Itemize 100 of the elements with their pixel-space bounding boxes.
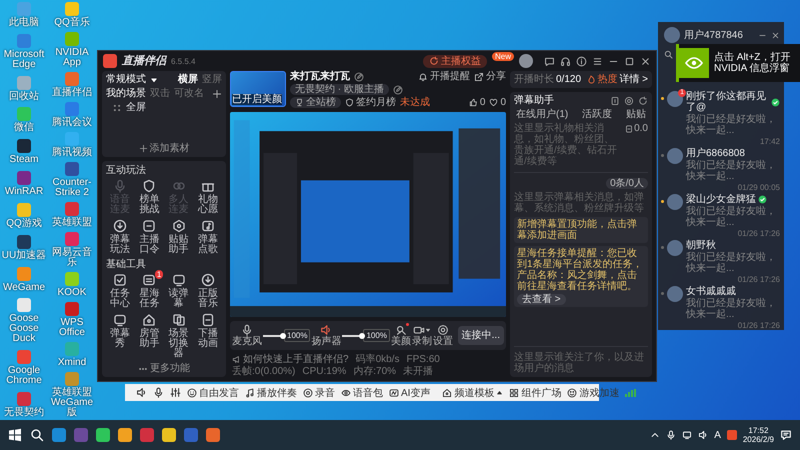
search-icon[interactable] xyxy=(664,50,673,60)
tool-button[interactable]: 弹幕秀 xyxy=(106,313,134,359)
beauty-button[interactable]: 美颜 xyxy=(390,324,411,347)
refresh-icon[interactable] xyxy=(638,96,648,106)
tool-button[interactable]: 弹幕玩法 xyxy=(106,219,134,255)
add-icon[interactable] xyxy=(212,88,222,98)
taskbar-app-icon[interactable] xyxy=(96,428,110,442)
chat-item[interactable]: 用户6866808 我们已经是好友啦，快来一起... 01/29 00:05 xyxy=(658,148,784,192)
search-icon[interactable] xyxy=(30,428,44,442)
help-link[interactable]: 如何快速上手直播伴侣? xyxy=(232,354,349,365)
toolbar-button[interactable]: 游戏加速 xyxy=(567,386,620,400)
connect-button[interactable]: 连接中... xyxy=(458,326,504,345)
network-icon[interactable] xyxy=(682,430,692,440)
stream-thumbnail[interactable]: 已开启美颜 xyxy=(230,71,286,107)
edit-icon[interactable] xyxy=(354,72,364,82)
avatar[interactable] xyxy=(519,54,533,68)
mic-icon[interactable] xyxy=(153,387,164,398)
tool-button[interactable]: 房管助手 xyxy=(135,313,164,359)
rank-chip[interactable]: 全站榜 xyxy=(290,97,341,108)
clock[interactable]: 17:52 2026/2/9 xyxy=(742,426,774,444)
tool-button[interactable]: 贴贴助手 xyxy=(164,219,193,255)
notification-icon[interactable] xyxy=(780,429,792,441)
info-icon[interactable] xyxy=(576,56,587,66)
signal-icon xyxy=(625,388,636,396)
add-material-button[interactable]: 添加素材 xyxy=(138,143,190,154)
tool-button[interactable]: 弹幕点歌 xyxy=(194,219,222,255)
windows-start-icon[interactable] xyxy=(8,428,22,442)
chat-item[interactable]: 朝野秋 我们已经是好友啦，快来一起... 01/26 17:26 xyxy=(658,240,784,284)
pin-icon[interactable] xyxy=(610,96,620,106)
toolbar-button[interactable]: 语音包 xyxy=(341,386,383,400)
headset-icon[interactable] xyxy=(560,56,571,66)
close-icon[interactable] xyxy=(771,30,780,40)
volume-slider[interactable] xyxy=(342,332,362,340)
view-button[interactable]: 去查看 > xyxy=(517,294,566,305)
user-avatar[interactable] xyxy=(664,27,680,44)
toolbar-button[interactable]: 组件广场 xyxy=(509,386,562,400)
volume-slider[interactable] xyxy=(263,332,283,340)
slider-thumb[interactable] xyxy=(280,332,286,338)
tool-button[interactable]: 主播口令 xyxy=(135,219,164,255)
record-button[interactable]: 录制 xyxy=(412,324,432,347)
ime-icon[interactable] xyxy=(726,430,737,440)
toolbar-button[interactable]: AI变声 xyxy=(389,386,430,400)
volume-icon[interactable] xyxy=(698,430,708,440)
more-button[interactable]: 更多功能 xyxy=(138,363,190,374)
chat-item[interactable]: 梁山少女金牌猛 我们已经是好友啦，快来一起... 01/26 17:26 xyxy=(658,194,784,238)
toolbar-button[interactable]: 播放伴奏 xyxy=(245,386,297,400)
heat-label: 热度 xyxy=(587,74,618,85)
taskbar-app-icon[interactable] xyxy=(118,428,132,442)
trophy-icon xyxy=(295,98,304,107)
reminder-link[interactable]: 开播提醒 xyxy=(418,71,470,82)
chat-item[interactable]: 女书戚戚戚 我们已经是好友啦，快来一起... 01/26 17:26 xyxy=(658,286,784,330)
chat-icon[interactable] xyxy=(544,56,555,66)
tool-button[interactable]: 下播动画 xyxy=(194,313,222,359)
toolbar-button[interactable]: 频道模板 xyxy=(442,386,504,400)
scene-item[interactable]: 全屏 xyxy=(106,102,222,113)
app-icon[interactable] xyxy=(17,139,31,154)
edit-icon[interactable] xyxy=(392,84,403,94)
tool-button[interactable]: 任务中心 xyxy=(106,273,134,309)
settings-icon xyxy=(436,324,449,336)
app-icon[interactable] xyxy=(65,162,79,176)
tool-button[interactable]: 读弹幕 xyxy=(164,273,193,309)
share-link[interactable]: 分享 xyxy=(474,71,506,82)
details-link[interactable]: 详情 > xyxy=(619,74,648,85)
maximize-icon[interactable] xyxy=(624,56,635,66)
perks-button[interactable]: 主播权益 xyxy=(422,54,487,68)
contact-name: 梁山少女金牌猛 xyxy=(686,194,756,205)
taskbar-app-icon[interactable] xyxy=(52,428,66,442)
mixer-icon[interactable] xyxy=(170,387,181,398)
settings-button[interactable]: 设置 xyxy=(432,324,453,347)
contact-avatar xyxy=(667,240,683,256)
chevron-up-icon[interactable] xyxy=(650,430,660,440)
microphone-button[interactable]: 麦克风 xyxy=(232,324,262,347)
tool-button[interactable]: 礼物心愿 xyxy=(194,179,222,215)
orientation-tab[interactable]: 横屏 xyxy=(178,74,198,85)
tool-button[interactable]: 榜单挑战 xyxy=(135,179,164,215)
settings-icon[interactable] xyxy=(624,96,634,106)
taskbar-app-icon[interactable] xyxy=(162,428,176,442)
toolbar-button[interactable]: 录音 xyxy=(303,386,335,400)
slider-thumb[interactable] xyxy=(359,332,366,338)
close-icon[interactable] xyxy=(640,56,651,66)
tool-button[interactable]: 1 星海任务 xyxy=(135,273,164,309)
download-icon xyxy=(113,219,127,233)
taskbar-app-icon[interactable] xyxy=(206,428,220,442)
document-icon xyxy=(142,273,156,287)
toolbar-button[interactable]: 自由发言 xyxy=(187,386,239,400)
volume-reading: 100% xyxy=(363,329,390,342)
app-icon[interactable] xyxy=(17,171,31,186)
category-tag[interactable]: 无畏契约 · 欧服主播 xyxy=(290,84,389,95)
tool-button[interactable]: 正版音乐 xyxy=(194,273,222,309)
panel-tab[interactable]: 贴贴 xyxy=(626,109,646,120)
tool-button[interactable]: 场景切换器 xyxy=(164,313,193,359)
speaker-button[interactable]: 扬声器 xyxy=(311,324,342,347)
speaker-icon[interactable] xyxy=(136,387,147,398)
panel-tab[interactable]: 在线用户(1) xyxy=(516,109,568,120)
menu-icon[interactable] xyxy=(592,56,603,66)
mic-icon[interactable] xyxy=(666,430,676,440)
panel-tab[interactable]: 活跃度 xyxy=(582,109,612,120)
mode-dropdown[interactable]: 常规模式 xyxy=(106,74,158,85)
input-indicator[interactable]: A xyxy=(714,430,721,440)
app-icon[interactable] xyxy=(17,234,31,249)
